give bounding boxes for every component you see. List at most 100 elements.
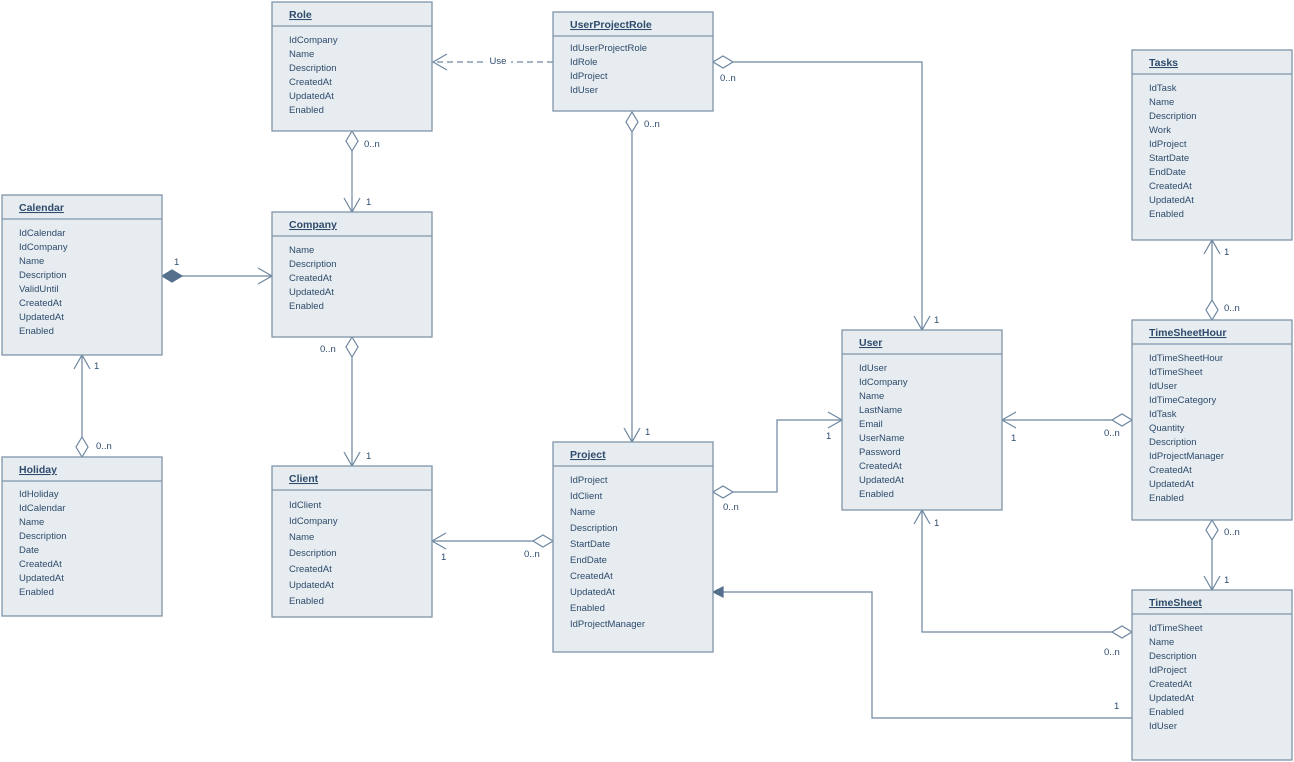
class-attribute: IdCalendar xyxy=(19,228,65,239)
multiplicity-label: 0..n xyxy=(96,441,112,452)
class-attribute: IdProject xyxy=(1149,665,1187,676)
class-attribute: CreatedAt xyxy=(1149,181,1192,192)
class-attribute: UpdatedAt xyxy=(570,587,615,598)
multiplicity-label: 0..n xyxy=(364,139,380,150)
relationship-company-client: 0..n 1 xyxy=(320,335,371,468)
class-attribute: Enabled xyxy=(1149,493,1184,504)
relationship-tsh-tasks: 0..n 1 xyxy=(1203,238,1240,322)
multiplicity-label: 1 xyxy=(1011,433,1016,444)
class-attribute: Enabled xyxy=(570,603,605,614)
class-attribute: UpdatedAt xyxy=(1149,479,1194,490)
aggregation-diamond-icon xyxy=(711,55,735,69)
class-timesheethour[interactable]: TimeSheetHour IdTimeSheetHour IdTimeSheet I… xyxy=(1131,319,1293,521)
class-attribute: LastName xyxy=(859,405,902,416)
class-attribute: UpdatedAt xyxy=(289,287,334,298)
class-name: TimeSheetHour xyxy=(1149,327,1226,339)
relationship-upr-user: 0..n 1 xyxy=(711,55,939,332)
relationship-upr-role: Use xyxy=(431,53,553,71)
relationship-timesheet-user: 0..n 1 xyxy=(913,508,1134,658)
multiplicity-label: 1 xyxy=(1224,247,1229,258)
multiplicity-label: 0..n xyxy=(1104,428,1120,439)
aggregation-diamond-icon xyxy=(1205,298,1219,322)
class-name: UserProjectRole xyxy=(570,19,652,31)
class-attribute: Enabled xyxy=(19,326,54,337)
class-tasks[interactable]: Tasks IdTask Name Description Work IdProject S… xyxy=(1131,49,1293,241)
class-attribute: CreatedAt xyxy=(1149,679,1192,690)
class-box xyxy=(1131,319,1293,521)
multiplicity-label: 0..n xyxy=(1104,647,1120,658)
class-name: Calendar xyxy=(19,202,64,214)
class-attribute: CreatedAt xyxy=(1149,465,1192,476)
multiplicity-label: 1 xyxy=(1224,575,1229,586)
class-attribute: UserName xyxy=(859,433,904,444)
aggregation-diamond-icon xyxy=(345,129,359,153)
class-attribute: IdTask xyxy=(1149,83,1177,94)
class-attribute: StartDate xyxy=(570,539,610,550)
class-attribute: Description xyxy=(1149,437,1197,448)
class-attribute: Enabled xyxy=(1149,707,1184,718)
connector-line xyxy=(921,510,1132,633)
class-attribute: IdProjectManager xyxy=(1149,451,1224,462)
class-role[interactable]: Role IdCompany Name Description CreatedAt Upd… xyxy=(271,1,433,132)
class-attribute: IdTask xyxy=(1149,409,1177,420)
class-attribute: IdClient xyxy=(570,491,603,502)
class-attribute: CreatedAt xyxy=(19,298,62,309)
class-name: Role xyxy=(289,9,312,21)
multiplicity-label: 0..n xyxy=(644,119,660,130)
class-attribute: Password xyxy=(859,447,901,458)
aggregation-diamond-icon xyxy=(1110,625,1134,639)
class-attribute: Description xyxy=(19,531,67,542)
class-name: Client xyxy=(289,473,319,485)
multiplicity-label: 1 xyxy=(1114,701,1119,712)
class-attribute: Enabled xyxy=(859,489,894,500)
class-attribute: CreatedAt xyxy=(289,273,332,284)
class-attribute: IdUser xyxy=(1149,721,1177,732)
relationship-role-company: 0..n 1 xyxy=(343,129,380,214)
multiplicity-label: 0..n xyxy=(320,344,336,355)
multiplicity-label: 0..n xyxy=(720,73,736,84)
connector-line xyxy=(713,419,842,493)
class-attribute: IdTimeSheet xyxy=(1149,623,1203,634)
aggregation-diamond-icon xyxy=(1110,413,1134,427)
class-attribute: Work xyxy=(1149,125,1171,136)
relationship-upr-project: 0..n 1 xyxy=(623,110,660,444)
class-attribute: Description xyxy=(19,270,67,281)
class-calendar[interactable]: Calendar IdCalendar IdCompany Name Descripti… xyxy=(1,194,163,356)
aggregation-diamond-icon xyxy=(531,534,555,548)
class-company[interactable]: Company Name Description CreatedAt UpdatedAt… xyxy=(271,211,433,338)
class-userprojectrole[interactable]: UserProjectRole IdUserProjectRole IdRole Id… xyxy=(552,11,714,112)
classes-layer: Role IdCompany Name Description CreatedAt Upd… xyxy=(1,1,1293,761)
class-attribute: Name xyxy=(289,49,314,60)
multiplicity-label: 1 xyxy=(934,518,939,529)
class-attribute: UpdatedAt xyxy=(1149,693,1194,704)
relationship-holiday-calendar: 0..n 1 xyxy=(73,353,112,459)
class-client[interactable]: Client IdClient IdCompany Name Description Cr… xyxy=(271,465,433,618)
relationship-tsh-user: 0..n 1 xyxy=(1000,411,1134,444)
class-user[interactable]: User IdUser IdCompany Name LastName Email User… xyxy=(841,329,1003,511)
arrowhead-icon xyxy=(711,586,724,598)
class-attribute: IdHoliday xyxy=(19,489,59,500)
class-timesheet[interactable]: TimeSheet IdTimeSheet Name Description IdPro… xyxy=(1131,589,1293,761)
class-attribute: IdCompany xyxy=(859,377,908,388)
aggregation-diamond-icon xyxy=(1205,518,1219,542)
class-attribute: Description xyxy=(570,523,618,534)
class-attribute: IdUser xyxy=(1149,381,1177,392)
aggregation-diamond-icon xyxy=(625,110,639,134)
class-attribute: Email xyxy=(859,419,883,430)
class-attribute: Enabled xyxy=(19,587,54,598)
multiplicity-label: 0..n xyxy=(1224,527,1240,538)
class-attribute: UpdatedAt xyxy=(289,91,334,102)
class-project[interactable]: Project IdProject IdClient Name Description S… xyxy=(552,441,714,653)
multiplicity-label: 1 xyxy=(94,361,99,372)
class-attribute: Description xyxy=(289,548,337,559)
class-holiday[interactable]: Holiday IdHoliday IdCalendar Name Descriptio… xyxy=(1,456,163,617)
class-name: User xyxy=(859,337,882,349)
class-attribute: Quantity xyxy=(1149,423,1185,434)
aggregation-diamond-icon xyxy=(345,335,359,359)
class-attribute: Date xyxy=(19,545,39,556)
class-attribute: IdProject xyxy=(570,71,608,82)
class-attribute: IdUser xyxy=(570,85,598,96)
class-attribute: Description xyxy=(289,259,337,270)
class-attribute: Description xyxy=(289,63,337,74)
class-attribute: Description xyxy=(1149,111,1197,122)
